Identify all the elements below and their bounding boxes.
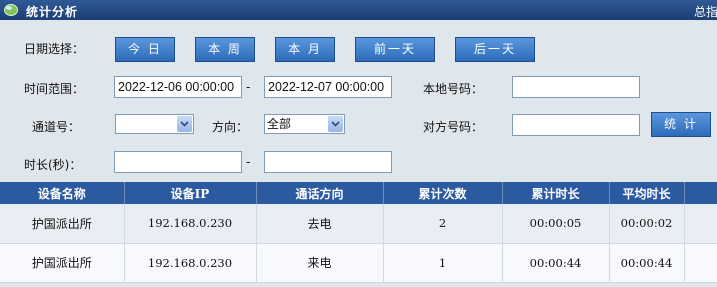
- table-cell: 00:00:05: [502, 204, 610, 244]
- table-cell-spacer: [684, 204, 717, 244]
- duration-min-input[interactable]: [114, 151, 242, 173]
- table-cell: 00:00:44: [502, 243, 610, 283]
- time-start-input[interactable]: 2022-12-06 00:00:00: [114, 76, 242, 98]
- date-select-label: 日期选择：: [24, 42, 85, 56]
- table-header-row: 设备名称 设备IP 通话方向 累计次数 累计时长 平均时长: [0, 182, 717, 204]
- column-header-device-ip[interactable]: 设备IP: [124, 182, 257, 204]
- table-cell: 00:00:02: [609, 204, 685, 244]
- globe-icon: [4, 4, 18, 16]
- table-row[interactable]: 护国派出所 192.168.0.230 来电 1 00:00:44 00:00:…: [0, 243, 717, 283]
- time-range-separator: -: [246, 80, 251, 94]
- this-month-button[interactable]: 本 月: [275, 37, 335, 62]
- direction-label: 方向：: [212, 120, 249, 134]
- table-cell: 2: [383, 204, 503, 244]
- column-header-call-direction[interactable]: 通话方向: [256, 182, 384, 204]
- title-bar: 统计分析 总指: [0, 0, 717, 20]
- direction-select-value: 全部: [267, 117, 292, 131]
- column-header-device-name[interactable]: 设备名称: [0, 182, 125, 204]
- next-day-button[interactable]: 后一天: [455, 37, 535, 62]
- remote-number-label: 对方号码：: [423, 120, 484, 134]
- table-cell: 1: [383, 243, 503, 283]
- table-cell: 192.168.0.230: [124, 243, 257, 283]
- time-end-input[interactable]: 2022-12-07 00:00:00: [264, 76, 392, 98]
- local-number-input[interactable]: [512, 76, 640, 98]
- duration-max-input[interactable]: [264, 151, 392, 173]
- table-cell-spacer: [684, 243, 717, 283]
- table-cell: 00:00:44: [609, 243, 685, 283]
- table-cell: 192.168.0.230: [124, 204, 257, 244]
- table-cell: 护国派出所: [0, 243, 125, 283]
- chevron-down-icon[interactable]: [177, 116, 192, 132]
- header-right-text[interactable]: 总指: [694, 3, 717, 20]
- column-header-total-count[interactable]: 累计次数: [383, 182, 503, 204]
- this-week-button[interactable]: 本 周: [195, 37, 255, 62]
- column-header-spacer: [684, 182, 717, 204]
- time-range-label: 时间范围：: [24, 82, 85, 96]
- local-number-label: 本地号码：: [423, 82, 484, 96]
- direction-select[interactable]: 全部: [264, 114, 345, 134]
- table-cell: 来电: [256, 243, 384, 283]
- today-button[interactable]: 今 日: [115, 37, 175, 62]
- table-row[interactable]: 护国派出所 192.168.0.230 去电 2 00:00:05 00:00:…: [0, 204, 717, 244]
- duration-label: 时长(秒)：: [24, 158, 82, 172]
- column-header-total-duration[interactable]: 累计时长: [502, 182, 610, 204]
- channel-label: 通道号：: [32, 120, 81, 134]
- table-cell: 护国派出所: [0, 204, 125, 244]
- remote-number-input[interactable]: [512, 114, 640, 136]
- chevron-down-icon[interactable]: [328, 116, 343, 132]
- table-cell: 去电: [256, 204, 384, 244]
- stats-button[interactable]: 统 计: [651, 112, 711, 137]
- previous-day-button[interactable]: 前一天: [355, 37, 435, 62]
- duration-separator: -: [246, 155, 251, 169]
- column-header-avg-duration[interactable]: 平均时长: [609, 182, 685, 204]
- stats-table: 设备名称 设备IP 通话方向 累计次数 累计时长 平均时长 护国派出所 192.…: [0, 182, 717, 283]
- page-title: 统计分析: [26, 5, 79, 19]
- filter-panel: 日期选择： 今 日 本 周 本 月 前一天 后一天 时间范围： 2022-12-…: [0, 20, 717, 181]
- channel-select[interactable]: [115, 114, 194, 134]
